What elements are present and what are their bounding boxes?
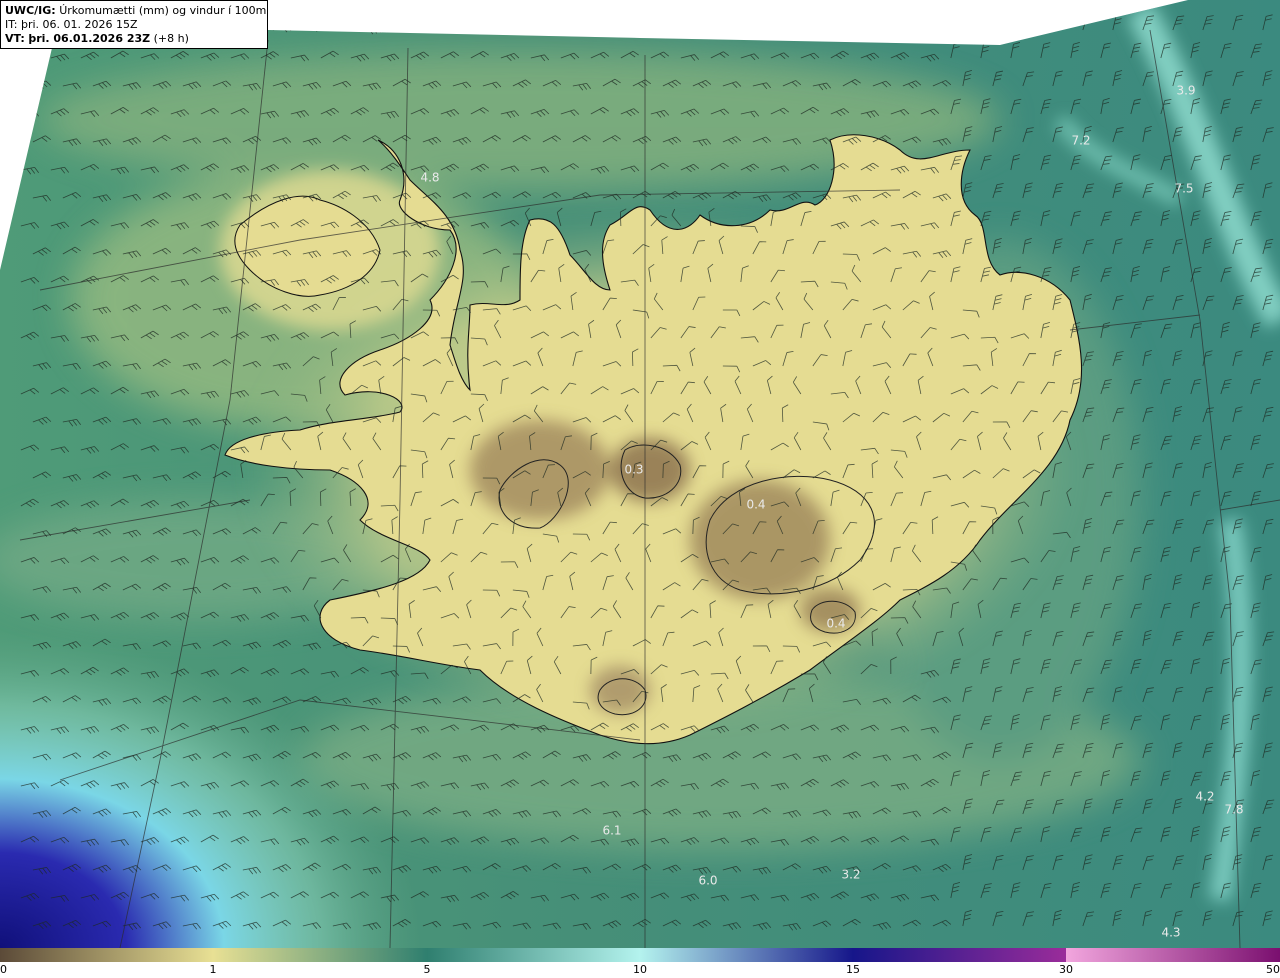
valid-time-label: VT: [5,32,25,45]
value-label: 6.0 [698,874,717,888]
value-label: 4.3 [1161,926,1180,940]
init-time-label: IT: [5,18,18,31]
colorbar-tick-label: 50 [1266,963,1280,976]
colorbar-segment [427,948,640,962]
colorbar-segment [853,948,1066,962]
value-label: 6.1 [602,824,621,838]
title-line: UWC/IG: Úrkomumætti (mm) og vindur í 100… [5,4,267,18]
map-title: Úrkomumætti (mm) og vindur í 100m hæð [59,4,267,17]
colorbar-tick-label: 1 [209,963,217,976]
precipitation-wind-map: 4.8 3.9 7.2 7.5 0.3 0.4 0.4 6.1 6.0 3.2 4.2 7.8 4.3 [0,0,1280,948]
init-time-line: IT: þri. 06. 01. 2026 15Z [5,18,263,32]
value-label: 4.8 [420,171,439,185]
colorbar-tick-label: 10 [633,963,647,976]
colorbar-tick-label: 5 [423,963,431,976]
value-label: 0.3 [624,463,643,477]
precipitation-colorbar: 0 1 5 10 15 30 50 [0,948,1280,978]
valid-time-offset: (+8 h) [153,32,189,45]
colorbar-tick-label: 15 [846,963,860,976]
init-time-value: þri. 06. 01. 2026 15Z [20,18,138,31]
valid-time-value: þri. 06.01.2026 23Z [28,32,151,45]
value-label: 3.2 [841,868,860,882]
value-label: 0.4 [746,498,765,512]
colorbar-segment [640,948,853,962]
value-label: 0.4 [826,617,845,631]
value-label: 7.8 [1224,803,1243,817]
value-label: 4.2 [1195,790,1214,804]
map-viewport: 4.8 3.9 7.2 7.5 0.3 0.4 0.4 6.1 6.0 3.2 4.2 7.8 4.3 … [0,0,1280,978]
model-name: UWC/IG: [5,4,56,17]
colorbar-segment [213,948,427,962]
value-label: 7.5 [1174,182,1193,196]
colorbar-tick-label: 30 [1059,963,1073,976]
colorbar-strip [0,948,1280,962]
forecast-info-box: UWC/IG: Úrkomumætti (mm) og vindur í 100… [0,0,268,49]
value-label: 3.9 [1176,84,1195,98]
colorbar-segment [0,948,213,962]
colorbar-segment [1066,948,1280,962]
valid-time-line: VT: þri. 06.01.2026 23Z (+8 h) [5,32,263,46]
value-label: 7.2 [1071,134,1090,148]
colorbar-tick-label: 0 [0,963,7,976]
